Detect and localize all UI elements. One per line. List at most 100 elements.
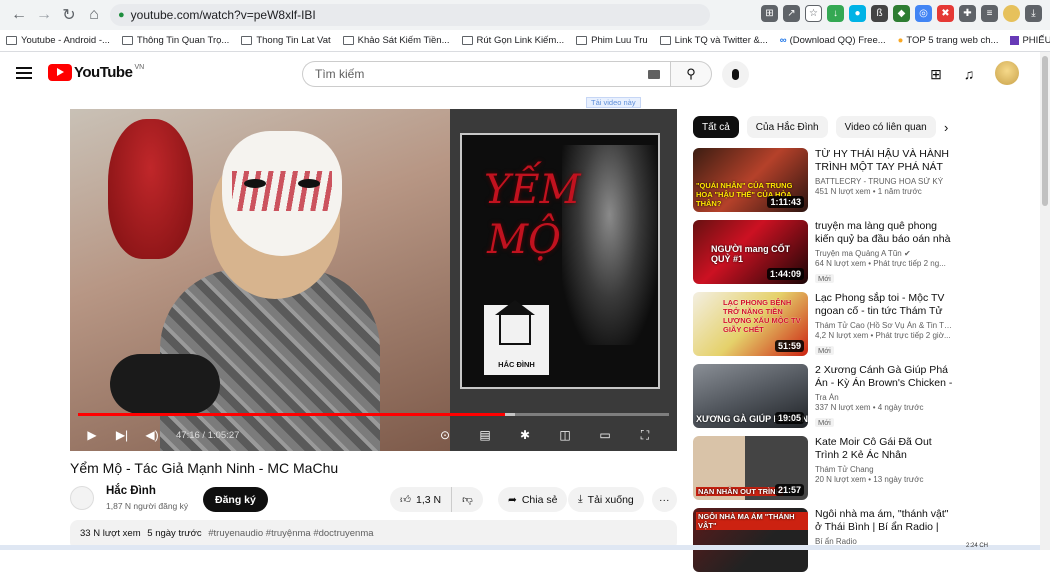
miniplayer-icon[interactable]: ◫	[555, 425, 575, 445]
autoplay-toggle-icon[interactable]: ⊙	[435, 425, 455, 445]
back-icon[interactable]: ←	[8, 4, 30, 26]
bookmark-item[interactable]: ∞ (Download QQ) Free...	[780, 35, 886, 46]
bookmark-item[interactable]: Thông Tin Quan Trọ...	[121, 35, 229, 46]
channel-name[interactable]: Thám Tử Cao (Hồ Sơ Vụ Án & Tin Tứ...	[815, 321, 955, 330]
reload-icon[interactable]: ↻	[58, 4, 80, 26]
share-button[interactable]: ➦ Chia sẻ	[498, 487, 568, 512]
download-extension-icon[interactable]: ↓	[827, 5, 844, 22]
more-actions-button[interactable]: ···	[652, 487, 677, 512]
forms-icon	[1010, 36, 1020, 45]
like-button[interactable]: 👍︎ 1,3 N	[390, 487, 451, 512]
progress-bar[interactable]	[78, 413, 669, 416]
extension-icon[interactable]: ◆	[893, 5, 910, 22]
upload-age: 5 ngày trước	[147, 528, 202, 539]
bookmark-item[interactable]: PHIẾU ĐĂNG KÝ TH...	[1010, 35, 1050, 46]
video-thumbnail[interactable]: "QUÁI NHÂN" CỦA TRUNG HOA "HẬU THẾ" CỦA …	[693, 148, 808, 212]
bookmark-item[interactable]: ● TOP 5 trang web ch...	[898, 35, 999, 46]
new-badge: Mới	[815, 274, 834, 283]
subscribe-button[interactable]: Đăng ký	[203, 487, 268, 512]
ad-download-label[interactable]: Tải video này	[586, 97, 641, 108]
youtube-play-icon	[48, 64, 72, 81]
bookmark-item[interactable]: Youtube - Android -...	[6, 35, 110, 46]
next-icon[interactable]: ▶|	[112, 425, 132, 445]
folder-icon	[659, 36, 671, 45]
extension-icon[interactable]: ●	[849, 5, 866, 22]
video-meta: 451 N lượt xem • 1 năm trước	[815, 187, 922, 196]
list-item[interactable]: NẠN NHÂN OUT TRÌNH 21:57 Kate Moir Cô Gá…	[693, 436, 1013, 508]
video-thumbnail[interactable]: NGƯỜI mang CỐT QUỶ #1 1:44:09	[693, 220, 808, 284]
video-title[interactable]: truyện ma làng quê phong kiến quỷ ba đầu…	[815, 220, 955, 246]
channel-avatar[interactable]	[70, 486, 94, 510]
chip-all[interactable]: Tất cả	[693, 116, 739, 138]
video-thumbnail[interactable]: NẠN NHÂN OUT TRÌNH 21:57	[693, 436, 808, 500]
bookmark-star-icon[interactable]: ☆	[805, 5, 822, 22]
home-icon[interactable]: ⌂	[83, 4, 105, 26]
chevron-right-icon[interactable]: ›	[944, 120, 948, 135]
video-thumbnail[interactable]: XƯƠNG GÀ GIÚP PHÁ ÁN 19:05	[693, 364, 808, 428]
search-input[interactable]: Tìm kiếm	[302, 61, 670, 87]
list-item[interactable]: XƯƠNG GÀ GIÚP PHÁ ÁN 19:05 2 Xương Cánh …	[693, 364, 1013, 436]
profile-avatar-icon[interactable]	[1003, 5, 1020, 22]
extension-icon[interactable]: ✖	[937, 5, 954, 22]
poster-title: YẾM MỘ	[484, 167, 581, 263]
youtube-header: YouTube VN Tìm kiếm ⚲ ⊞ ♫	[0, 52, 1040, 96]
subtitles-icon[interactable]: ▤	[475, 425, 495, 445]
bookmark-item[interactable]: Phim Luu Tru	[576, 35, 648, 46]
menu-icon[interactable]	[16, 67, 32, 79]
bookmark-item[interactable]: Link TQ và Twitter &...	[659, 35, 768, 46]
mic-icon[interactable]	[722, 61, 749, 88]
thumbs-up-icon: 👍︎	[400, 494, 411, 506]
fullscreen-icon[interactable]: ⛶	[635, 425, 655, 445]
channel-name[interactable]: Thám Tử Chang	[815, 465, 955, 474]
share-page-icon[interactable]: ↗	[783, 5, 800, 22]
search-icon[interactable]: ⚲	[670, 61, 712, 87]
dislike-button[interactable]: 👎︎	[451, 487, 483, 512]
chip-related[interactable]: Video có liên quan	[835, 116, 936, 138]
video-title[interactable]: Lạc Phong sắp toi - Mộc TV ngoan cố - ti…	[815, 292, 955, 318]
video-title[interactable]: Kate Moir Cô Gái Đã Out Trình 2 Kẻ Ác Nh…	[815, 436, 955, 462]
bookmark-item[interactable]: Thong Tin Lat Vat	[241, 35, 331, 46]
channel-name[interactable]: Truyện ma Quảng A Tũn ✔	[815, 249, 955, 258]
bookmark-item[interactable]: Khảo Sát Kiếm Tiền...	[342, 35, 450, 46]
video-meta: 64 N lượt xem • Phát trực tiếp 2 ng...	[815, 259, 946, 268]
install-app-icon[interactable]: ⊞	[761, 5, 778, 22]
play-icon[interactable]: ▶	[82, 425, 102, 445]
extensions-puzzle-icon[interactable]: ✚	[959, 5, 976, 22]
list-item[interactable]: "QUÁI NHÂN" CỦA TRUNG HOA "HẬU THẾ" CỦA …	[693, 148, 1013, 220]
video-title[interactable]: TỪ HY THÁI HẬU VÀ HÀNH TRÌNH MỘT TAY PHÁ…	[815, 148, 955, 174]
bookmark-item[interactable]: Rút Gọn Link Kiếm...	[461, 35, 564, 46]
video-player[interactable]: YẾM MỘ HẮC ĐÌNH ▶ ▶| ◀) 47:16 / 1:05:27 …	[70, 109, 677, 451]
channel-name[interactable]: Hắc Đình	[106, 485, 156, 497]
channel-name[interactable]: BATTLECRY - TRUNG HOA SỬ KÝ	[815, 177, 955, 186]
theater-mode-icon[interactable]: ▭	[595, 425, 615, 445]
download-button[interactable]: ⤓ Tải xuống	[568, 487, 644, 512]
page-scrollbar[interactable]	[1040, 52, 1050, 550]
browser-toolbar: ← → ↻ ⌂ ● youtube.com/watch?v=peW8xlf-IB…	[0, 0, 1050, 30]
video-title[interactable]: Ngôi nhà ma ám, "thánh vật" ở Thái Bình …	[815, 508, 955, 534]
create-video-icon[interactable]: ⊞	[927, 65, 945, 83]
video-thumbnail[interactable]: NGÔI NHÀ MA ÁM "THÁNH VẬT"	[693, 508, 808, 572]
downloads-icon[interactable]: ⤓	[1025, 5, 1042, 22]
extension-icon[interactable]: ß	[871, 5, 888, 22]
folder-icon	[121, 36, 133, 45]
extension-icon[interactable]: ◎	[915, 5, 932, 22]
address-bar[interactable]: ● youtube.com/watch?v=peW8xlf-IBI	[110, 4, 710, 26]
region-code: VN	[134, 64, 145, 71]
avatar[interactable]	[995, 61, 1019, 85]
channel-name[interactable]: Tra Án	[815, 393, 955, 402]
hashtags[interactable]: #truyenaudio #truyệnma #doctruyenma	[208, 528, 373, 539]
forward-icon[interactable]: →	[33, 4, 55, 26]
list-item[interactable]: NGƯỜI mang CỐT QUỶ #1 1:44:09 truyện ma …	[693, 220, 1013, 292]
list-item[interactable]: LẠC PHONG BỆNH TRỞ NẶNG TIỀN LƯỢNG XẤU M…	[693, 292, 1013, 364]
scrollbar-thumb[interactable]	[1042, 56, 1048, 206]
reading-list-icon[interactable]: ≡	[981, 5, 998, 22]
volume-icon[interactable]: ◀)	[142, 425, 162, 445]
chip-channel[interactable]: Của Hắc Đình	[746, 116, 828, 138]
video-title[interactable]: 2 Xương Cánh Gà Giúp Phá Án - Kỳ Án Brow…	[815, 364, 955, 390]
keyboard-icon[interactable]	[648, 70, 660, 79]
video-frame-left	[70, 109, 450, 451]
youtube-logo[interactable]: YouTube VN	[48, 64, 144, 81]
video-thumbnail[interactable]: LẠC PHONG BỆNH TRỞ NẶNG TIỀN LƯỢNG XẤU M…	[693, 292, 808, 356]
bell-icon[interactable]: ♫	[960, 65, 978, 83]
settings-gear-icon[interactable]: ✱	[515, 425, 535, 445]
